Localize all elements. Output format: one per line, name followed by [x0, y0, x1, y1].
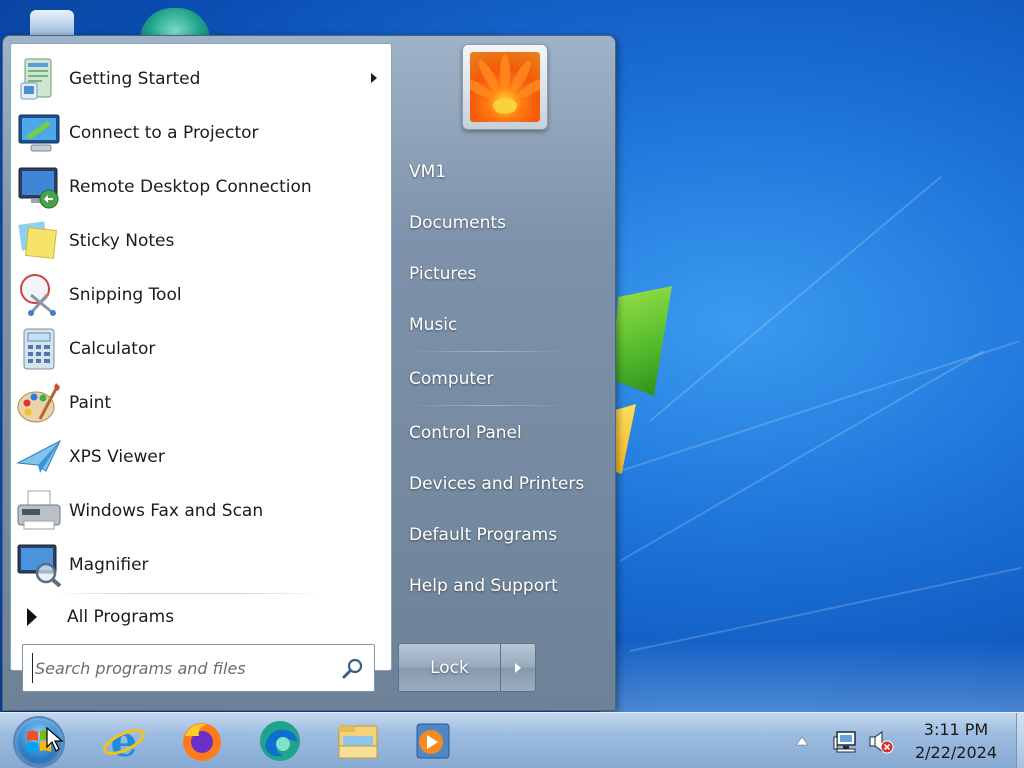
search-icon[interactable] — [342, 658, 364, 680]
shutdown-group: Lock — [398, 643, 536, 692]
start-menu-user-folder[interactable]: VM1 — [400, 152, 606, 192]
power-options-arrow-button[interactable] — [501, 643, 536, 692]
right-pane-separator — [408, 351, 568, 352]
start-menu-documents[interactable]: Documents — [400, 203, 606, 243]
volume-button[interactable] — [866, 728, 896, 756]
magnifier-icon — [13, 539, 65, 591]
program-label: Paint — [69, 393, 112, 413]
submenu-arrow-icon — [371, 73, 377, 83]
xps-viewer-icon — [13, 431, 65, 483]
media-player-icon — [416, 723, 450, 759]
program-label: Snipping Tool — [69, 285, 182, 305]
snipping-tool-icon — [13, 269, 65, 321]
start-menu-programs-pane: Getting Started Connect to a Projector R… — [10, 43, 392, 671]
start-menu-pictures[interactable]: Pictures — [400, 254, 606, 294]
projector-icon — [13, 107, 65, 159]
getting-started-icon — [13, 53, 65, 105]
start-menu-devices-printers[interactable]: Devices and Printers — [400, 464, 606, 504]
program-item-paint[interactable]: Paint — [13, 377, 389, 429]
windows-explorer-icon — [338, 725, 378, 759]
program-label: XPS Viewer — [69, 447, 165, 467]
taskbar-edge[interactable] — [254, 716, 306, 766]
start-menu-help-support[interactable]: Help and Support — [400, 566, 606, 606]
firefox-icon — [183, 723, 221, 761]
desktop-light-streak — [619, 350, 985, 562]
clock-date: 2/22/2024 — [914, 743, 998, 762]
user-avatar[interactable] — [462, 44, 548, 130]
start-menu-computer[interactable]: Computer — [400, 359, 606, 399]
remote-desktop-icon — [13, 161, 65, 213]
start-menu-control-panel[interactable]: Control Panel — [400, 413, 606, 453]
program-item-magnifier[interactable]: Magnifier — [13, 539, 389, 591]
all-programs-button[interactable]: All Programs — [13, 598, 389, 636]
show-hidden-icons-button[interactable] — [792, 733, 812, 749]
desktop-bottom-glow — [600, 640, 1024, 712]
start-menu-default-programs[interactable]: Default Programs — [400, 515, 606, 555]
paint-icon — [13, 377, 65, 429]
network-status-button[interactable] — [832, 728, 860, 756]
program-label: Connect to a Projector — [69, 123, 259, 143]
lock-button[interactable]: Lock — [398, 643, 501, 692]
start-menu: Getting Started Connect to a Projector R… — [2, 35, 616, 711]
taskbar: e 3:11 PM 2/22/2024 — [0, 712, 1024, 768]
program-label: Magnifier — [69, 555, 149, 575]
program-item-remote-desktop[interactable]: Remote Desktop Connection — [13, 161, 389, 213]
sticky-notes-icon — [13, 215, 65, 267]
program-item-snipping-tool[interactable]: Snipping Tool — [13, 269, 389, 321]
desktop-light-streak — [649, 175, 942, 422]
start-menu-music[interactable]: Music — [400, 305, 606, 345]
program-item-sticky-notes[interactable]: Sticky Notes — [13, 215, 389, 267]
show-desktop-button[interactable] — [1016, 713, 1024, 768]
search-box — [22, 644, 375, 692]
taskbar-windows-explorer[interactable] — [332, 716, 384, 766]
program-label: Windows Fax and Scan — [69, 501, 264, 521]
taskbar-media-player[interactable] — [406, 716, 458, 766]
internet-explorer-icon: e — [103, 718, 145, 764]
program-label: Getting Started — [69, 69, 201, 89]
calculator-icon — [13, 323, 65, 375]
program-item-connect-to-projector[interactable]: Connect to a Projector — [13, 107, 389, 159]
program-label: Sticky Notes — [69, 231, 175, 251]
avatar-flower-image — [470, 52, 540, 122]
chevron-right-icon — [515, 662, 521, 673]
windows-logo-green-pane — [612, 286, 672, 396]
program-item-windows-fax-scan[interactable]: Windows Fax and Scan — [13, 485, 389, 537]
volume-muted-icon — [869, 731, 894, 754]
network-icon — [833, 731, 856, 753]
play-arrow-icon — [27, 608, 37, 626]
edge-icon — [260, 721, 300, 761]
programs-divider — [51, 593, 321, 594]
program-item-calculator[interactable]: Calculator — [13, 323, 389, 375]
taskbar-clock[interactable]: 3:11 PM 2/22/2024 — [906, 718, 1006, 764]
program-item-getting-started[interactable]: Getting Started — [13, 53, 389, 105]
search-input[interactable] — [32, 653, 332, 683]
program-label: Calculator — [69, 339, 156, 359]
desktop-light-streak — [619, 340, 1020, 472]
all-programs-label: All Programs — [67, 607, 175, 627]
fax-scan-icon — [13, 485, 65, 537]
taskbar-internet-explorer[interactable]: e — [98, 716, 150, 766]
right-pane-separator — [408, 405, 568, 406]
svg-text:e: e — [111, 718, 138, 764]
mouse-cursor-icon — [46, 727, 64, 752]
taskbar-firefox[interactable] — [176, 716, 228, 766]
program-item-xps-viewer[interactable]: XPS Viewer — [13, 431, 389, 483]
clock-time: 3:11 PM — [923, 720, 989, 739]
chevron-up-icon — [795, 736, 809, 746]
program-label: Remote Desktop Connection — [69, 177, 312, 197]
